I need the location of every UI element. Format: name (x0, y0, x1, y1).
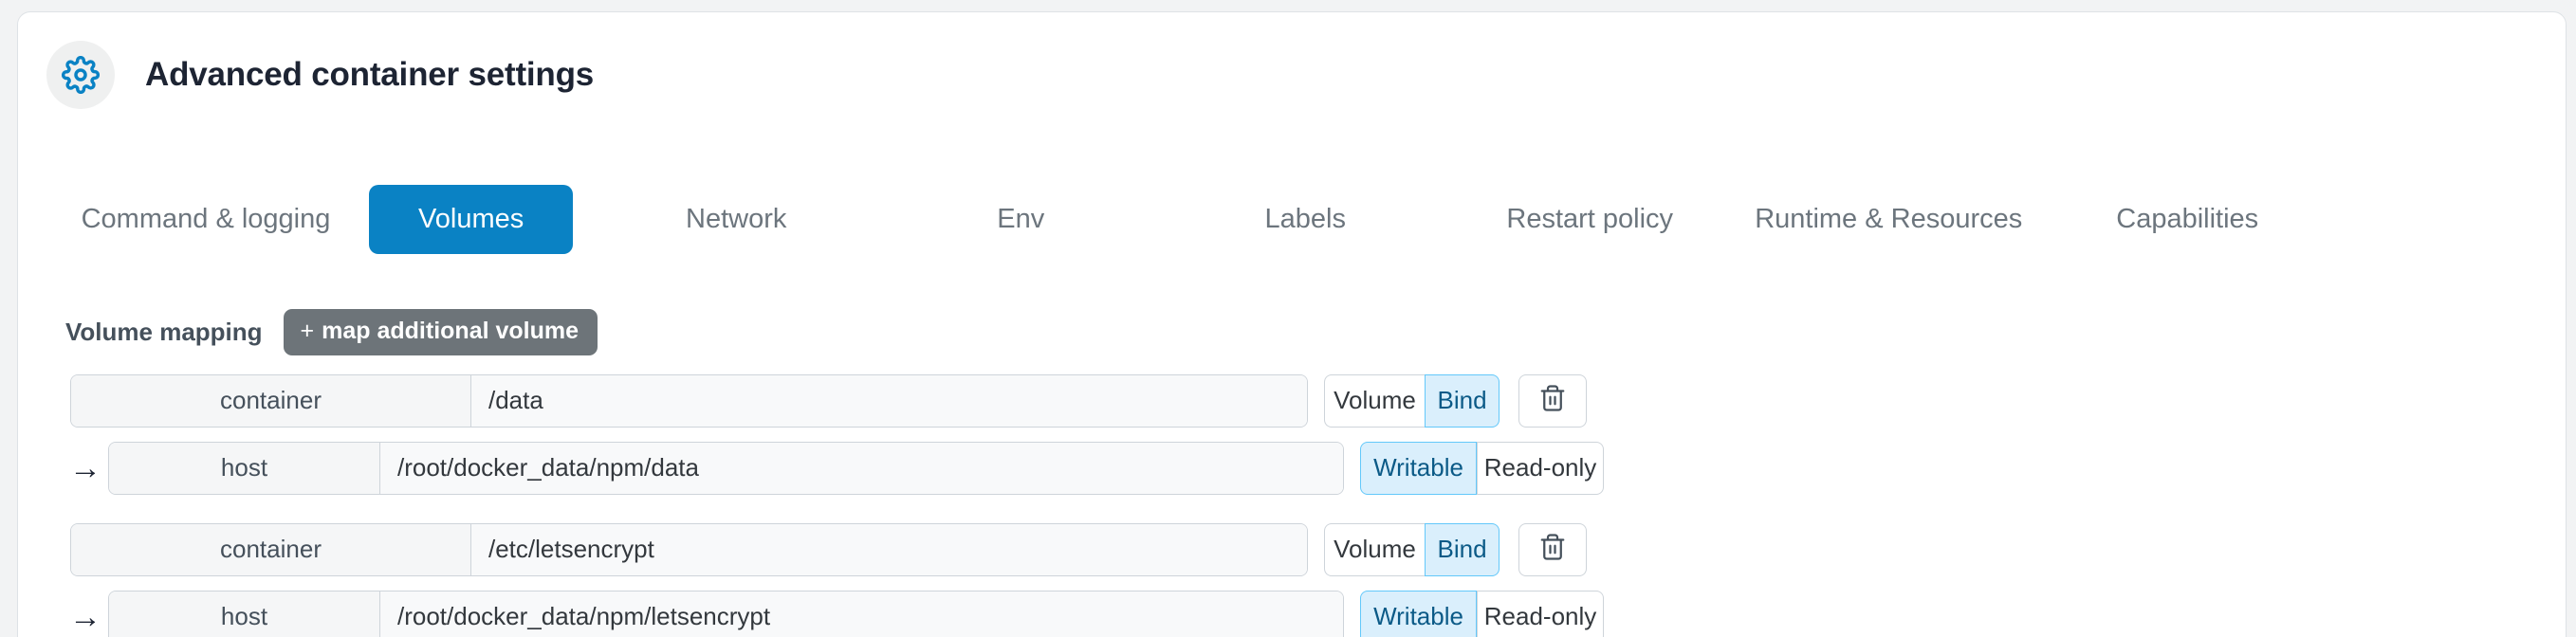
volume-mapping-header: Volume mapping + map additional volume (65, 309, 598, 355)
trash-icon (1538, 384, 1567, 417)
tab-labels[interactable]: Labels (1163, 185, 1447, 254)
advanced-container-settings-page: Advanced container settings Command & lo… (0, 0, 2576, 637)
container-input-group: container (70, 522, 1308, 576)
mount-type-toggle-2: Volume Bind (1324, 522, 1500, 576)
tab-command-logging[interactable]: Command & logging (64, 185, 348, 254)
page-title: Advanced container settings (145, 56, 595, 93)
access-mode-writable-1[interactable]: Writable (1360, 441, 1477, 495)
map-additional-volume-button[interactable]: + map additional volume (283, 309, 598, 355)
mapping-arrow-icon: → (69, 598, 101, 635)
mount-type-volume-2[interactable]: Volume (1324, 522, 1425, 576)
mount-type-volume-1[interactable]: Volume (1324, 373, 1425, 428)
map-additional-volume-label: map additional volume (322, 318, 580, 344)
trash-icon (1538, 533, 1567, 566)
access-mode-readonly-2[interactable]: Read-only (1477, 590, 1604, 637)
settings-tabs: Command & logging Volumes Network Env La… (64, 185, 2537, 254)
access-mode-writable-2[interactable]: Writable (1360, 590, 1477, 637)
volume-row-host: → host Writable Read-only (18, 432, 2566, 503)
delete-volume-button-2[interactable] (1518, 522, 1587, 576)
gear-icon (46, 41, 115, 109)
mount-type-bind-1[interactable]: Bind (1425, 373, 1500, 428)
host-addon-label: host (109, 442, 380, 494)
host-input-group: host (108, 590, 1344, 637)
settings-card: Advanced container settings Command & lo… (17, 11, 2567, 637)
access-mode-toggle-1: Writable Read-only (1360, 441, 1604, 495)
card-header: Advanced container settings (18, 12, 2566, 109)
tab-volumes[interactable]: Volumes (369, 185, 574, 254)
tab-restart-policy[interactable]: Restart policy (1447, 185, 1732, 254)
mount-type-bind-2[interactable]: Bind (1425, 522, 1500, 576)
delete-volume-button-1[interactable] (1518, 373, 1587, 428)
container-input-group: container (70, 373, 1308, 428)
tab-env[interactable]: Env (878, 185, 1163, 254)
volume-row-host: → host Writable Read-only (18, 581, 2566, 637)
mapping-arrow-icon: → (69, 449, 101, 486)
volume-row-container: container Volume Bind (18, 365, 2566, 436)
host-path-input[interactable] (380, 442, 1343, 494)
volume-mapping-label: Volume mapping (65, 318, 263, 346)
host-path-input[interactable] (380, 591, 1343, 637)
container-addon-label: container (71, 523, 471, 575)
tab-runtime-resources[interactable]: Runtime & Resources (1732, 185, 2045, 254)
access-mode-readonly-1[interactable]: Read-only (1477, 441, 1604, 495)
volume-row-container: container Volume Bind (18, 514, 2566, 585)
container-path-input[interactable] (471, 374, 1307, 427)
volume-mapping-rows: container Volume Bind (18, 365, 2566, 637)
tab-capabilities[interactable]: Capabilities (2045, 185, 2329, 254)
access-mode-toggle-2: Writable Read-only (1360, 590, 1604, 637)
host-input-group: host (108, 441, 1344, 495)
container-addon-label: container (71, 374, 471, 427)
mount-type-toggle-1: Volume Bind (1324, 373, 1500, 428)
tab-network[interactable]: Network (594, 185, 878, 254)
host-addon-label: host (109, 591, 380, 637)
plus-icon: + (300, 318, 315, 344)
container-path-input[interactable] (471, 523, 1307, 575)
